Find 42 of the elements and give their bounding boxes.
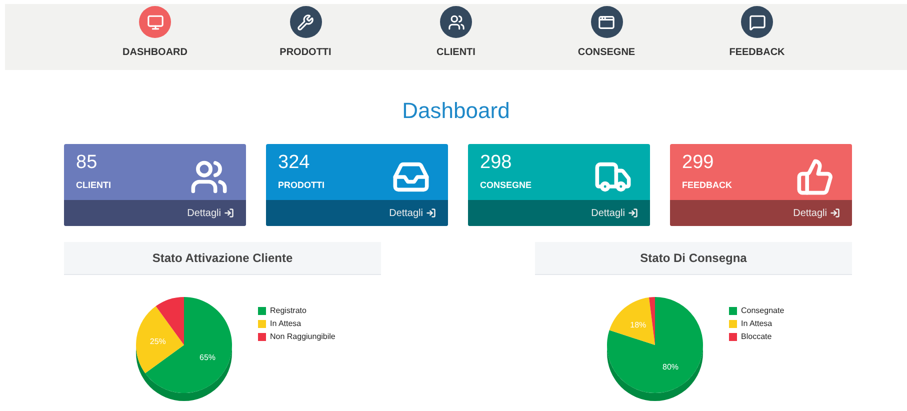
stat-label: CLIENTI: [76, 180, 111, 190]
nav-item[interactable]: CONSEGNE: [552, 4, 662, 70]
slice-label: 18%: [630, 320, 646, 330]
nav-item[interactable]: PRODOTTI: [250, 4, 360, 70]
slice-label: 65%: [200, 352, 216, 362]
legend-label: Consegnate: [741, 306, 784, 315]
page-title: Dashboard: [401, 98, 511, 124]
legend-label: Registrato: [270, 306, 306, 315]
stat-count: 299: [682, 152, 715, 174]
stat-label: PRODOTTI: [278, 180, 324, 190]
legend-label: In Attesa: [741, 319, 772, 328]
stat-count: 85: [76, 152, 98, 174]
panel-title: Stato Di Consegna: [535, 242, 852, 275]
details-link[interactable]: Dettagli: [468, 200, 650, 226]
login-icon: [224, 208, 234, 218]
login-icon: [628, 208, 638, 218]
details-link[interactable]: Dettagli: [266, 200, 448, 226]
login-icon: [426, 208, 436, 218]
legend-swatch: [729, 307, 737, 315]
legend-swatch: [258, 320, 266, 328]
stat-count: 298: [480, 152, 513, 174]
legend-swatch: [729, 333, 737, 341]
stat-label: FEEDBACK: [682, 180, 732, 190]
nav-item[interactable]: DASHBOARD: [100, 4, 210, 70]
legend-label: Non Raggiungibile: [270, 332, 336, 341]
nav-item[interactable]: CLIENTI: [401, 4, 511, 70]
legend-label: Bloccate: [741, 332, 772, 341]
stat-count: 324: [278, 152, 311, 174]
panel-title: Stato Attivazione Cliente: [64, 242, 381, 275]
nav-item[interactable]: FEEDBACK: [702, 4, 812, 70]
legend-swatch: [258, 333, 266, 341]
slice-label: 25%: [150, 336, 166, 346]
legend-swatch: [258, 307, 266, 315]
details-link[interactable]: Dettagli: [64, 200, 246, 226]
legend-swatch: [729, 320, 737, 328]
thumbs-up-icon: [796, 158, 834, 196]
login-icon: [830, 208, 840, 218]
users-icon: [190, 158, 228, 196]
slice-label: 80%: [662, 362, 679, 372]
stat-label: CONSEGNE: [480, 180, 532, 190]
details-link[interactable]: Dettagli: [670, 200, 852, 226]
legend-label: In Attesa: [270, 319, 302, 328]
